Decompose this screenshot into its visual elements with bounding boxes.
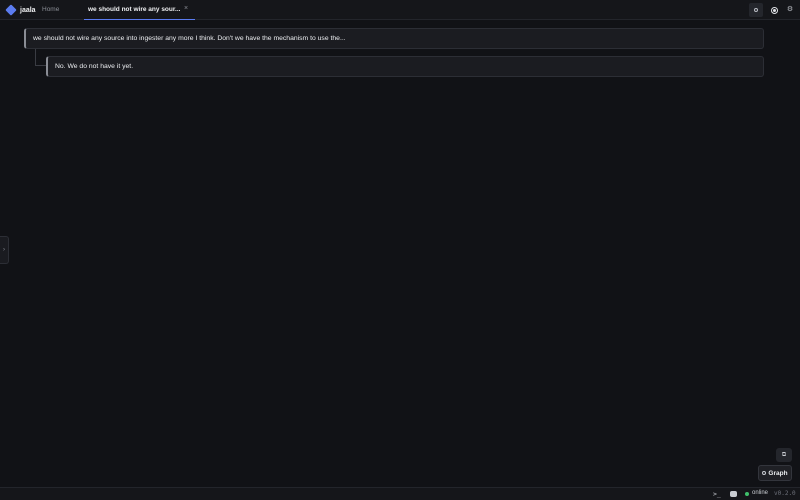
window-icon: ⧉ — [781, 451, 787, 458]
chevron-right-icon: › — [3, 247, 5, 253]
tab-active-label: we should not wire any sour... — [88, 6, 181, 13]
logo[interactable]: jaala — [5, 4, 36, 16]
graph-button-label: Graph — [768, 469, 788, 477]
search-button[interactable] — [749, 3, 763, 17]
settings-button[interactable]: ⚙ — [783, 3, 797, 17]
gear-icon: ⚙ — [786, 6, 794, 13]
diamond-logo-icon — [5, 4, 17, 16]
note-block-text: we should not wire any source into inges… — [33, 35, 346, 42]
reply-block-text: No. We do not have it yet. — [55, 63, 134, 70]
status-dot-icon — [745, 492, 749, 496]
close-icon[interactable]: × — [184, 5, 188, 13]
note-block[interactable]: we should not wire any source into inges… — [24, 28, 764, 49]
connection-status: online — [752, 490, 769, 496]
chat-icon[interactable] — [730, 491, 737, 497]
floating-action-button[interactable]: ⧉ — [776, 448, 792, 462]
app-window: jaala Home we should not wire any sour..… — [0, 0, 800, 500]
graph-icon — [762, 471, 767, 475]
reply-block[interactable]: No. We do not have it yet. — [46, 56, 764, 77]
sidebar-expand-handle[interactable]: › — [0, 236, 9, 264]
tree-connector — [35, 49, 46, 66]
search-icon — [754, 8, 758, 12]
record-icon — [770, 6, 778, 14]
status-bar: >_ online v0.2.0 — [0, 487, 800, 500]
graph-button[interactable]: Graph — [758, 465, 792, 481]
app-name: jaala — [20, 6, 36, 14]
version-label: v0.2.0 — [774, 490, 796, 497]
record-button[interactable] — [767, 3, 781, 17]
tab-active[interactable]: we should not wire any sour... × — [84, 0, 195, 20]
tab-home[interactable]: Home — [42, 6, 59, 13]
top-bar: jaala Home we should not wire any sour..… — [0, 0, 800, 20]
terminal-icon[interactable]: >_ — [713, 490, 721, 498]
